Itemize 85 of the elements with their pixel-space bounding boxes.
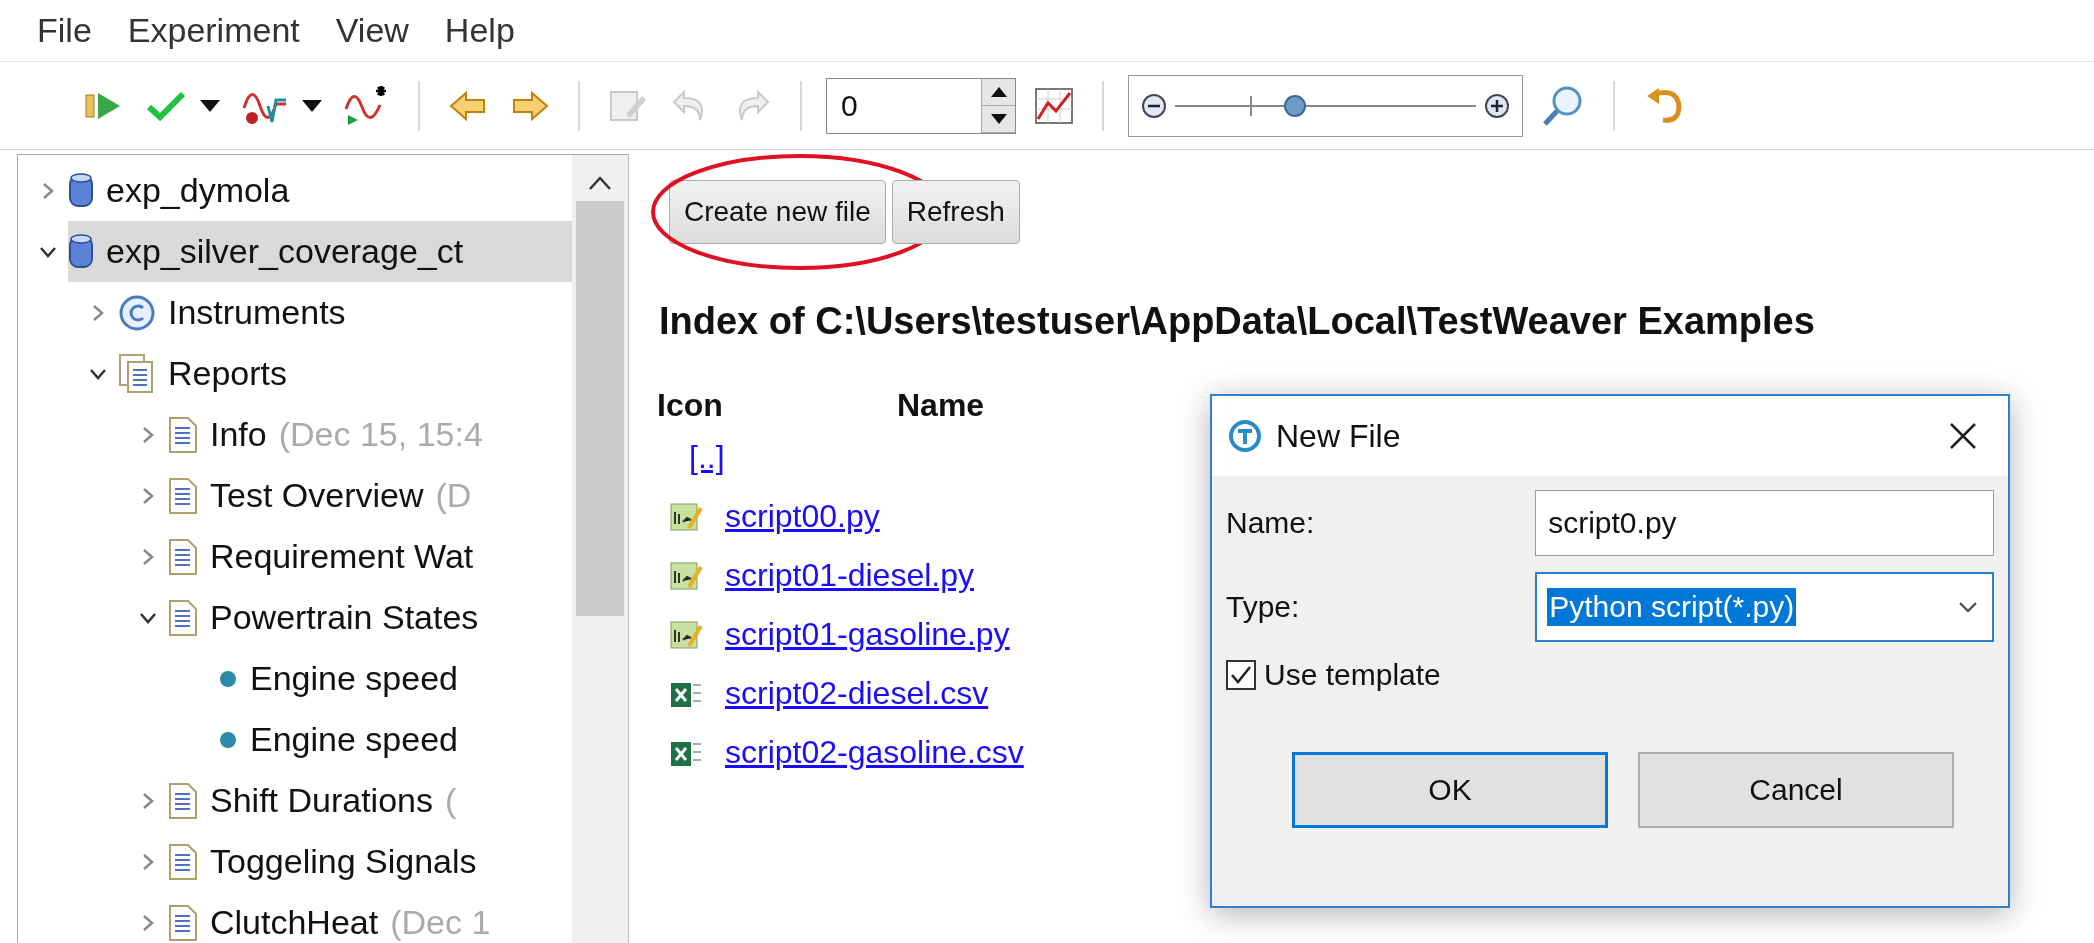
tree-item[interactable]: Powertrain States: [168, 587, 572, 648]
tree-item[interactable]: Engine speed: [218, 709, 572, 770]
tree-item[interactable]: Info (Dec 15, 15:4: [168, 404, 572, 465]
index-heading: Index of C:\Users\testuser\AppData\Local\TestWeaver Examples: [659, 300, 1816, 343]
action-button[interactable]: Refresh: [891, 180, 1020, 244]
tree-item-date: (D: [435, 476, 472, 515]
caret-icon[interactable]: [200, 99, 220, 112]
tree-item-date: (Dec 1: [390, 903, 491, 942]
document-icon: [168, 415, 198, 454]
tree-item[interactable]: exp_silver_coverage_ct: [68, 221, 572, 282]
file-link[interactable]: [..]: [689, 439, 725, 476]
menu-item[interactable]: View: [335, 11, 409, 50]
chevron-down-icon: [1958, 601, 1978, 613]
dialog-title: New File: [1276, 417, 1402, 455]
file-link[interactable]: script01-diesel.py: [725, 557, 974, 594]
file-link[interactable]: script00.py: [725, 498, 880, 535]
document-icon: [168, 903, 198, 942]
tree-item-label: Engine speed: [250, 659, 458, 698]
field-label: Name:: [1226, 506, 1316, 540]
tree-item[interactable]: Toggeling Signals: [168, 831, 572, 892]
chart-icon: [1034, 86, 1074, 125]
tree-item-label: Toggeling Signals: [210, 842, 477, 881]
zoom-in-icon[interactable]: [1484, 92, 1510, 119]
tree-item[interactable]: Reports: [118, 343, 572, 404]
action-button[interactable]: Create new file: [669, 180, 886, 244]
tree-item-label: Engine speed: [250, 720, 458, 759]
app-logo-icon: [1228, 419, 1262, 453]
document-icon: [168, 842, 198, 881]
checkbox[interactable]: [1226, 660, 1256, 690]
zoom-out-icon[interactable]: [1141, 92, 1167, 119]
bullet-icon: [218, 668, 238, 689]
menu-item[interactable]: Experiment: [127, 11, 300, 50]
tree-item-label: Powertrain States: [210, 598, 479, 637]
tree-item[interactable]: ClutchHeat (Dec 1: [168, 892, 572, 943]
tree-item[interactable]: Shift Durations (: [168, 770, 572, 831]
down-icon[interactable]: [990, 113, 1007, 124]
bullet-icon: [218, 729, 238, 750]
left-arrow-icon: [448, 88, 488, 123]
dialog-button[interactable]: Cancel: [1638, 752, 1954, 828]
copyright-icon: [118, 293, 156, 332]
tree-item-date: (Dec 15, 15:4: [278, 415, 483, 454]
scrollbar-thumb[interactable]: [576, 201, 624, 616]
tree-item-label: ClutchHeat: [210, 903, 379, 942]
menu-item[interactable]: Help: [444, 11, 515, 50]
database-icon: [68, 232, 94, 271]
tree-item-label: exp_silver_coverage_ct: [106, 232, 464, 271]
zoom-slider[interactable]: [1128, 74, 1523, 137]
type-select[interactable]: Python script(*.py): [1535, 572, 1994, 642]
file-link[interactable]: script02-diesel.csv: [725, 675, 989, 712]
tree-item-label: Test Overview: [210, 476, 424, 515]
tree-item[interactable]: Engine speed: [218, 648, 572, 709]
documents-icon: [118, 352, 156, 395]
tree-item-date: (: [445, 781, 457, 820]
up-icon[interactable]: [990, 86, 1007, 97]
column-header: Name: [897, 387, 986, 424]
tree-item-label: Info: [210, 415, 267, 454]
database-icon: [68, 171, 94, 210]
column-header: Icon: [657, 387, 724, 424]
tree-item-label: Reports: [168, 354, 288, 393]
close-icon[interactable]: [1948, 421, 1978, 451]
tree-item-label: Shift Durations: [210, 781, 433, 820]
document-icon: [168, 476, 198, 515]
tree-item-label: Requirement Wat: [210, 537, 474, 576]
right-arrow-icon: [510, 88, 550, 123]
tree-item[interactable]: Test Overview (D: [168, 465, 572, 526]
document-icon: [168, 781, 198, 820]
tree-item-label: exp_dymola: [106, 171, 290, 210]
checkbox-label: Use template: [1264, 658, 1441, 692]
name-field[interactable]: script0.py: [1535, 490, 1994, 556]
document-icon: [168, 537, 198, 576]
type-value: Python script(*.py): [1547, 588, 1797, 626]
tree-item[interactable]: Instruments: [118, 282, 572, 343]
tree-item-label: Instruments: [168, 293, 346, 332]
caret-icon[interactable]: [302, 99, 322, 112]
document-icon: [168, 598, 198, 637]
slider-thumb[interactable]: [1283, 93, 1308, 118]
tree-item[interactable]: Requirement Wat: [168, 526, 572, 587]
tree-item[interactable]: exp_dymola: [68, 160, 572, 221]
file-link[interactable]: script02-gasoline.csv: [725, 734, 1024, 771]
spin-field[interactable]: 0: [826, 77, 1016, 134]
scrollbar[interactable]: [572, 155, 628, 943]
menu-item[interactable]: File: [37, 11, 92, 50]
field-label: Type:: [1226, 590, 1301, 624]
file-link[interactable]: script01-gasoline.py: [725, 616, 1010, 653]
dialog-button[interactable]: OK: [1292, 752, 1608, 828]
